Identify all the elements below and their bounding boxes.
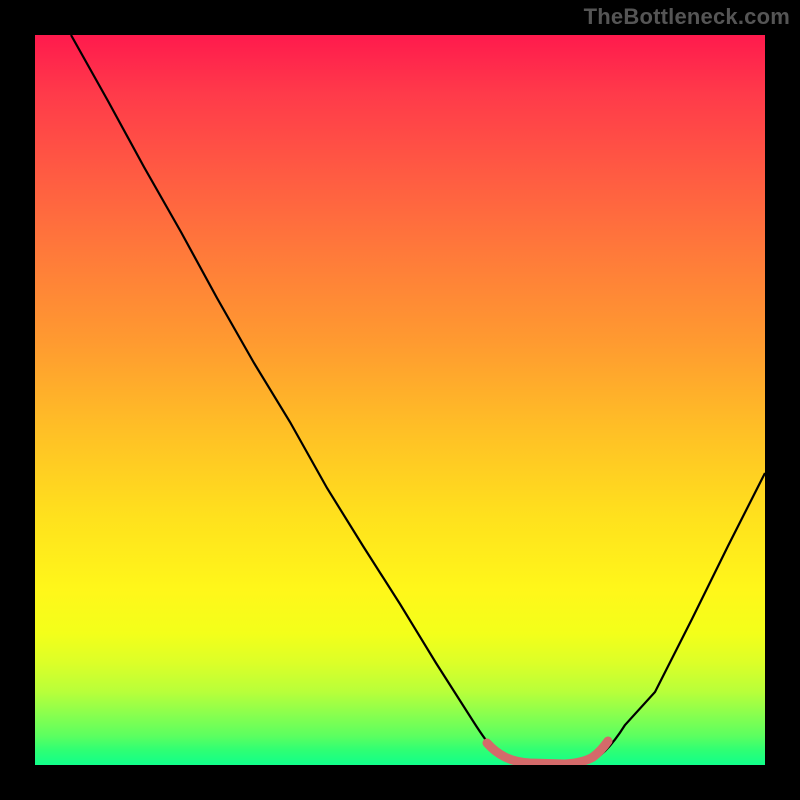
bottleneck-curve bbox=[71, 35, 765, 765]
curve-layer bbox=[35, 35, 765, 765]
chart-frame: TheBottleneck.com bbox=[0, 0, 800, 800]
watermark-text: TheBottleneck.com bbox=[584, 4, 790, 30]
optimal-zone-highlight bbox=[487, 741, 608, 764]
plot-area bbox=[35, 35, 765, 765]
